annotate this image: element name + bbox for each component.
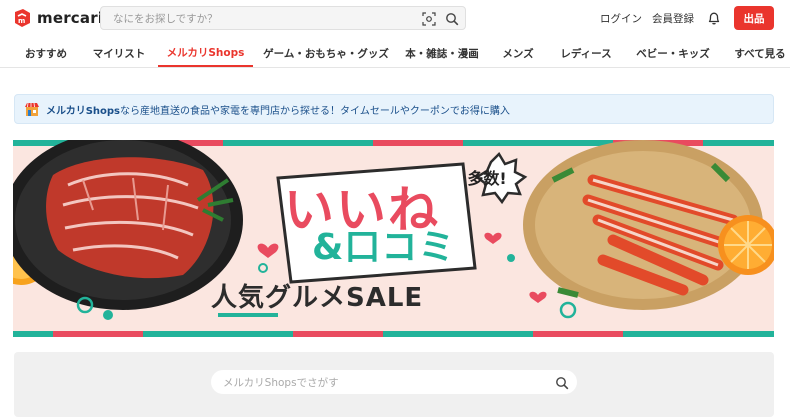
shops-search-input[interactable]: メルカリShopsでさがす (211, 375, 555, 390)
info-banner-text: メルカリShopsなら産地直送の食品や家電を専門店から探せる！タイムセールやクー… (46, 102, 510, 117)
shops-info-banner[interactable]: メルカリShopsなら産地直送の食品や家電を専門店から探せる！タイムセールやクー… (14, 94, 774, 124)
tab-mens[interactable]: メンズ (500, 40, 536, 67)
banner-badge-many: 多数! (467, 169, 507, 188)
tab-books-magazines-manga[interactable]: 本・雑誌・漫画 (404, 40, 480, 67)
shops-search-bar[interactable]: メルカリShopsでさがす (211, 370, 577, 394)
tab-ladies[interactable]: レディース (558, 40, 614, 67)
tab-games-toys-goods[interactable]: ゲーム・おもちゃ・グッズ (263, 40, 389, 67)
info-banner-brand: メルカリShops (46, 105, 121, 117)
signup-link[interactable]: 会員登録 (652, 11, 694, 26)
search-icon[interactable] (555, 375, 569, 390)
banner-headline-reviews: &口コミ (312, 227, 456, 268)
header: m mercari なにをお探しですか？ ログイン 会員登録 出品 (0, 0, 790, 36)
banner-headline-sale: 人気グルメSALE (211, 283, 424, 313)
info-banner-message: なら産地直送の食品や家電を専門店から探せる！タイムセールやクーポンでお得に購入 (120, 105, 510, 117)
logo-text: mercari (37, 9, 104, 27)
gourmet-sale-banner[interactable]: いいね 多数! &口コミ 人気グルメSALE (13, 140, 774, 337)
mercari-logo-icon: m (12, 8, 32, 28)
tab-mylist[interactable]: マイリスト (90, 40, 148, 67)
search-bar[interactable]: なにをお探しですか？ (100, 6, 466, 30)
tab-mercari-shops[interactable]: メルカリShops (158, 40, 253, 67)
tab-see-all[interactable]: すべて見る (733, 40, 787, 67)
shops-store-icon (24, 101, 40, 117)
tab-baby-kids[interactable]: ベビー・キッズ (636, 40, 710, 67)
category-nav: おすすめ マイリスト メルカリShops ゲーム・おもちゃ・グッズ 本・雑誌・漫… (0, 40, 790, 68)
tab-recommended[interactable]: おすすめ (18, 40, 74, 67)
login-link[interactable]: ログイン (600, 11, 642, 26)
search-input[interactable]: なにをお探しですか？ (101, 11, 422, 26)
bell-icon[interactable] (706, 10, 722, 26)
sell-button[interactable]: 出品 (734, 6, 774, 30)
svg-text:m: m (18, 17, 25, 25)
search-icon[interactable] (445, 11, 459, 26)
mercari-logo[interactable]: m mercari (12, 8, 103, 28)
camera-search-icon[interactable] (422, 11, 436, 26)
